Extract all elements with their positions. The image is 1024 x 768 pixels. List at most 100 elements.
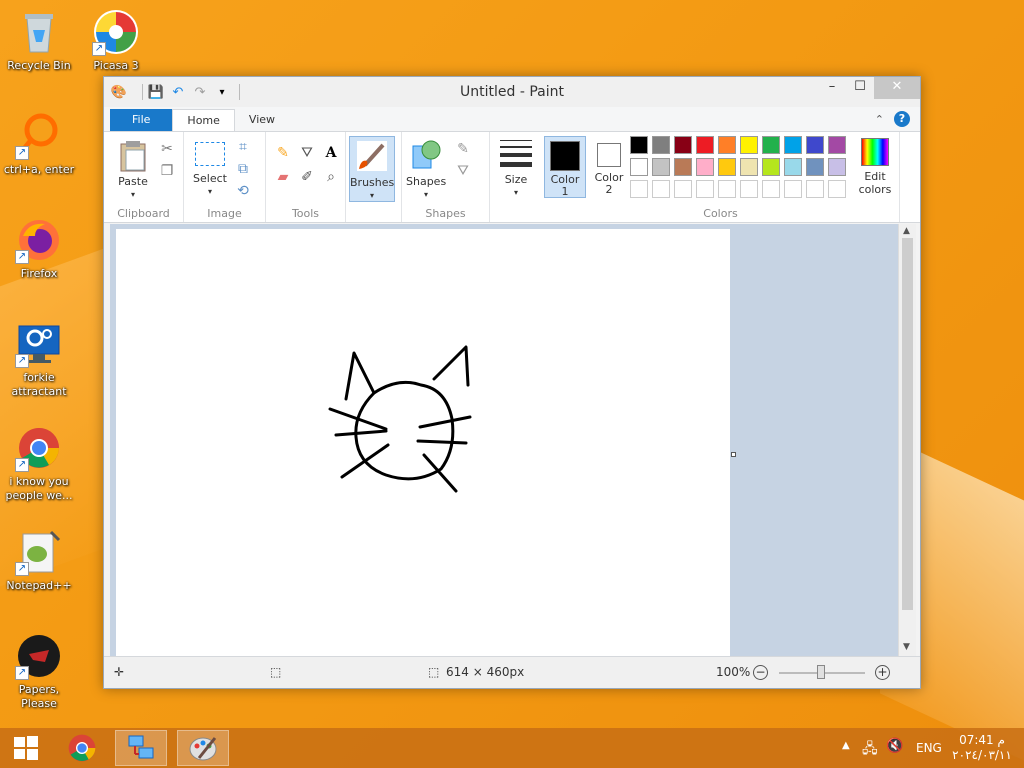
- palette-swatch[interactable]: [674, 158, 692, 176]
- tray-show-hidden-icon[interactable]: ▲: [842, 740, 850, 751]
- fill-icon[interactable]: ⛛: [298, 144, 316, 162]
- magnifier-icon[interactable]: ⌕: [322, 168, 340, 186]
- clock-date: ٢٠٢٤/٠٣/١١: [952, 748, 1012, 762]
- ribbon-home: Paste ▾ ✂ ❐ Clipboard Select ▾ ⌗ ⧉ ⟲ Ima…: [104, 131, 920, 223]
- eraser-icon[interactable]: ▰: [274, 168, 292, 186]
- desktop-icon-recycle-bin[interactable]: Recycle Bin: [0, 8, 78, 73]
- palette-swatch[interactable]: [630, 158, 648, 176]
- palette-swatch[interactable]: [740, 158, 758, 176]
- desktop-icon-ctrl-a[interactable]: ↗ ctrl+a, enter: [0, 112, 78, 177]
- canvas-resize-handle[interactable]: [731, 452, 736, 457]
- resize-icon[interactable]: ⧉: [234, 160, 252, 178]
- edit-colors-button[interactable]: Edit colors: [852, 138, 898, 196]
- custom-color-slot[interactable]: [696, 180, 714, 198]
- scroll-thumb[interactable]: [902, 238, 913, 610]
- drawing-canvas[interactable]: [116, 229, 730, 656]
- scroll-down-icon[interactable]: ▼: [903, 642, 910, 652]
- color-picker-icon[interactable]: ✐: [298, 168, 316, 186]
- color1-label: Color 1: [550, 173, 580, 198]
- custom-color-slot[interactable]: [784, 180, 802, 198]
- shapes-group-label: Shapes: [425, 207, 466, 220]
- zoom-in-icon[interactable]: +: [875, 665, 890, 680]
- paste-button[interactable]: Paste ▾: [112, 140, 154, 201]
- palette-swatch[interactable]: [630, 136, 648, 154]
- ribbon-tabs: File Home View ⌃ ?: [104, 107, 920, 131]
- start-button[interactable]: [0, 730, 52, 766]
- desktop-icon-notepadpp[interactable]: ↗ Notepad++: [0, 528, 78, 593]
- brushes-button[interactable]: Brushes ▾: [349, 136, 395, 202]
- custom-color-slot[interactable]: [762, 180, 780, 198]
- palette-swatch[interactable]: [806, 136, 824, 154]
- palette-swatch[interactable]: [652, 136, 670, 154]
- desktop-icon-picasa[interactable]: ↗ Picasa 3: [77, 8, 155, 73]
- select-button[interactable]: Select ▾: [190, 140, 230, 198]
- help-icon[interactable]: ?: [894, 111, 910, 127]
- desktop-icon-label: ctrl+a, enter: [3, 163, 75, 176]
- taskbar: ▲ 🖧 🔇 ENG 07:41 م ٢٠٢٤/٠٣/١١: [0, 728, 1024, 768]
- custom-color-slot[interactable]: [630, 180, 648, 198]
- desktop-icon-label: Firefox: [20, 267, 58, 280]
- desktop-icon-firefox[interactable]: ↗ Firefox: [0, 216, 78, 281]
- taskbar-network-app[interactable]: [115, 730, 167, 766]
- palette-swatch[interactable]: [828, 136, 846, 154]
- taskbar-paint[interactable]: [177, 730, 229, 766]
- custom-color-slot[interactable]: [652, 180, 670, 198]
- zoom-out-icon[interactable]: −: [753, 665, 768, 680]
- pencil-icon[interactable]: ✎: [274, 144, 292, 162]
- maximize-button[interactable]: ☐: [846, 77, 874, 99]
- tab-home[interactable]: Home: [172, 109, 235, 131]
- network-status-icon[interactable]: 🖧: [862, 738, 878, 762]
- palette-swatch[interactable]: [740, 136, 758, 154]
- palette-swatch[interactable]: [718, 136, 736, 154]
- zoom-level: 100%: [716, 665, 751, 679]
- desktop-icon-label: i know you people we...: [5, 475, 73, 502]
- selection-size-icon: ⬚: [270, 665, 282, 679]
- cut-icon[interactable]: ✂: [158, 140, 176, 158]
- desktop-icon-forkie[interactable]: ↗ forkie attractant: [0, 320, 78, 399]
- brush-icon: [357, 141, 387, 171]
- palette-swatch[interactable]: [784, 136, 802, 154]
- shapes-button[interactable]: Shapes ▾: [406, 136, 446, 201]
- palette-swatch[interactable]: [696, 158, 714, 176]
- color1-button[interactable]: Color 1: [544, 136, 586, 198]
- palette-swatch[interactable]: [652, 158, 670, 176]
- taskbar-chrome[interactable]: [56, 730, 108, 766]
- custom-color-slot[interactable]: [674, 180, 692, 198]
- tab-view[interactable]: View: [235, 109, 289, 131]
- volume-muted-icon[interactable]: 🔇: [886, 738, 903, 754]
- text-icon[interactable]: A: [322, 144, 340, 162]
- input-language[interactable]: ENG: [916, 741, 942, 755]
- palette-swatch[interactable]: [762, 136, 780, 154]
- palette-swatch[interactable]: [784, 158, 802, 176]
- canvas-dimensions: 614 × 460px: [446, 665, 525, 679]
- custom-color-slot[interactable]: [718, 180, 736, 198]
- custom-color-slot[interactable]: [828, 180, 846, 198]
- palette-swatch[interactable]: [806, 158, 824, 176]
- outline-icon[interactable]: ✎: [454, 140, 472, 158]
- palette-swatch[interactable]: [674, 136, 692, 154]
- minimize-button[interactable]: –: [818, 77, 846, 99]
- tab-file[interactable]: File: [110, 109, 173, 131]
- shapes-label: Shapes: [406, 175, 447, 188]
- scroll-up-icon[interactable]: ▲: [903, 226, 910, 236]
- vertical-scrollbar[interactable]: ▲ ▼: [898, 224, 916, 656]
- palette-swatch[interactable]: [762, 158, 780, 176]
- rotate-icon[interactable]: ⟲: [234, 182, 252, 200]
- shape-fill-icon[interactable]: ⛛: [454, 162, 472, 180]
- desktop-icon-papers-please[interactable]: ↗ Papers, Please: [0, 632, 78, 711]
- palette-swatch[interactable]: [828, 158, 846, 176]
- clock[interactable]: 07:41 م ٢٠٢٤/٠٣/١١: [952, 733, 1012, 763]
- zoom-slider-thumb[interactable]: [817, 665, 825, 679]
- palette-swatch[interactable]: [718, 158, 736, 176]
- collapse-ribbon-icon[interactable]: ⌃: [875, 113, 884, 126]
- status-bar: ✛ ⬚ ⬚ 614 × 460px 100% − +: [104, 656, 920, 688]
- color2-button[interactable]: Color 2: [588, 136, 630, 198]
- custom-color-slot[interactable]: [740, 180, 758, 198]
- custom-color-slot[interactable]: [806, 180, 824, 198]
- palette-swatch[interactable]: [696, 136, 714, 154]
- size-button[interactable]: Size ▾: [496, 140, 536, 199]
- desktop-icon-chrome[interactable]: ↗ i know you people we...: [0, 424, 78, 503]
- close-button[interactable]: ✕: [874, 77, 920, 99]
- copy-icon[interactable]: ❐: [158, 162, 176, 180]
- crop-icon[interactable]: ⌗: [234, 138, 252, 156]
